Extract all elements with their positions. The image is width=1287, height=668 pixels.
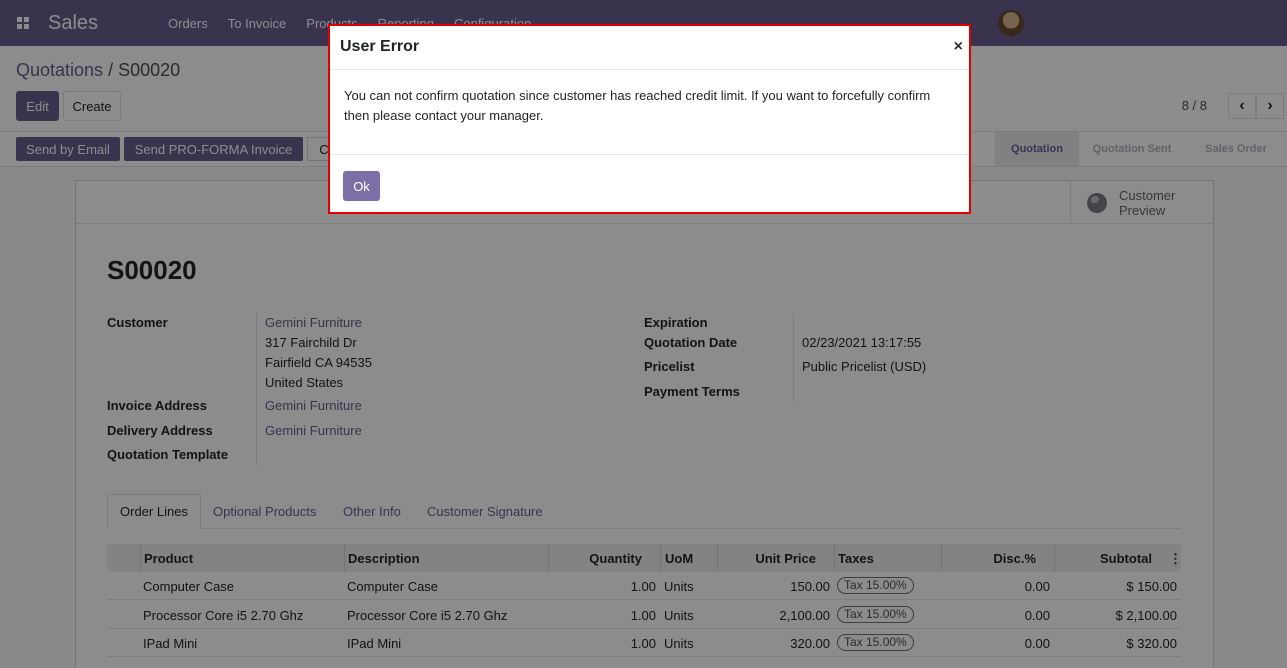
user-error-dialog: User Error × You can not confirm quotati… [328, 24, 971, 214]
dialog-title: User Error [340, 38, 420, 55]
ok-button[interactable]: Ok [343, 171, 380, 201]
dialog-footer: Ok [330, 154, 969, 212]
dialog-message: You can not confirm quotation since cust… [344, 88, 931, 123]
close-icon[interactable]: × [954, 38, 963, 56]
dialog-header: User Error × [330, 26, 969, 70]
